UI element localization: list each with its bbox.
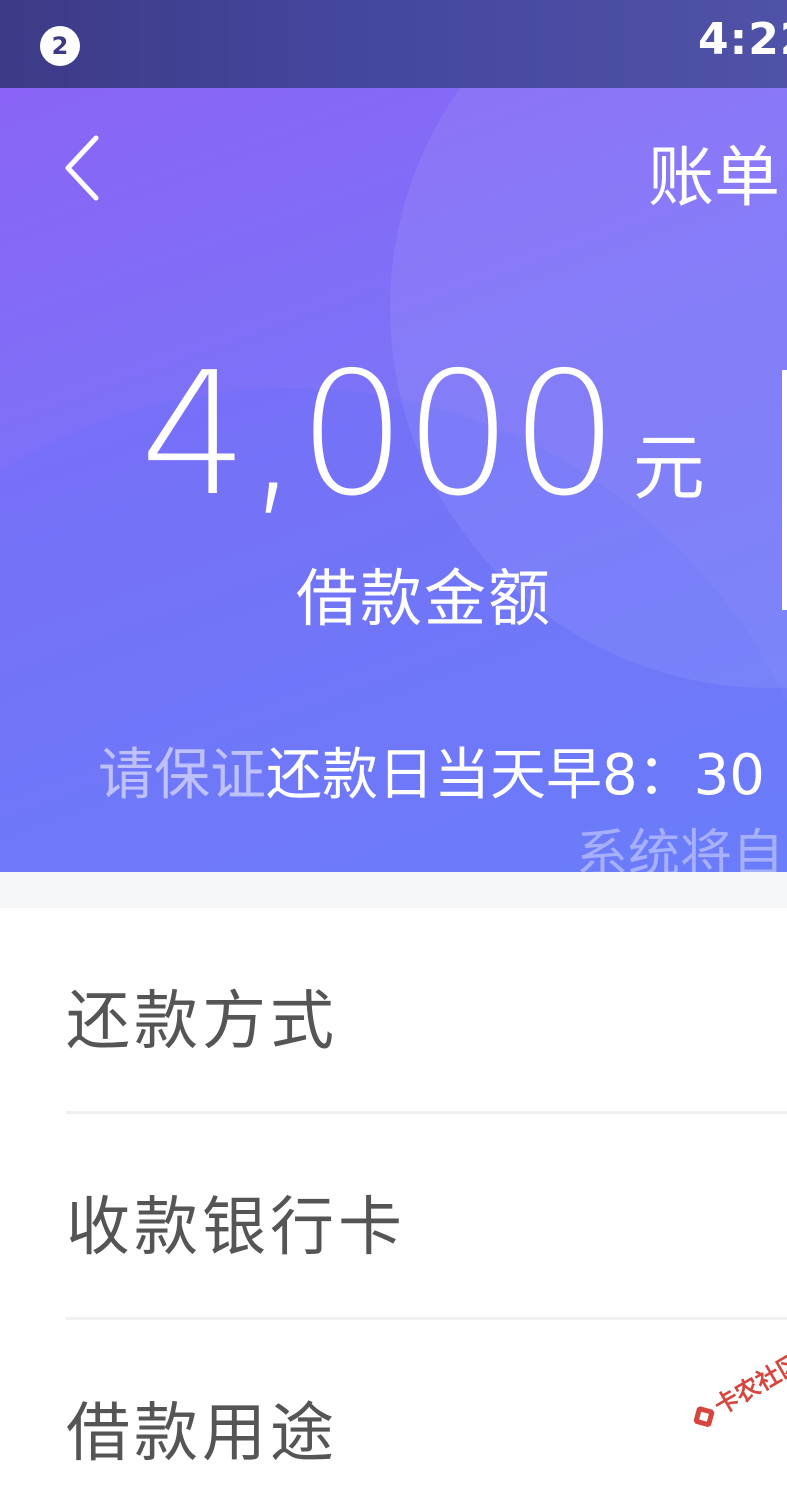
repayment-notice-prefix: 请保证	[98, 743, 266, 808]
back-button[interactable]	[58, 132, 118, 202]
repayment-notice: 请保证还款日当天早8：30	[98, 730, 765, 811]
status-bar: 2 4:22	[0, 0, 787, 88]
page-title: 账单	[648, 139, 780, 216]
list-item-label: 借款用途	[66, 1397, 338, 1471]
chevron-left-icon	[65, 135, 99, 201]
notification-badge: 2	[40, 26, 80, 66]
list-item-label: 还款方式	[66, 985, 338, 1059]
list-item-loan-purpose[interactable]: 借款用途	[0, 1320, 787, 1500]
loan-detail-list: 还款方式 收款银行卡 借款用途	[0, 908, 787, 1500]
loan-amount: 4,000 元	[140, 350, 705, 520]
repayment-notice-line2: 系统将自	[576, 825, 785, 872]
list-item-repayment-method[interactable]: 还款方式	[0, 908, 787, 1114]
loan-amount-unit: 元	[632, 426, 705, 510]
screen: 2 4:22 账单 4,000元 借款金额 请保证还款日当天早8：30 系统将自…	[0, 0, 787, 1500]
status-time: 4:22	[698, 14, 787, 65]
repayment-notice-main: 还款日当天早8：30	[266, 743, 765, 808]
list-item-receiving-card[interactable]: 收款银行卡	[0, 1114, 787, 1320]
loan-summary-header: 账单 4,000 元 借款金额 请保证还款日当天早8：30 系统将自	[0, 88, 787, 872]
divider-bar	[782, 370, 787, 610]
list-item-label: 收款银行卡	[66, 1191, 406, 1265]
section-gap	[0, 872, 787, 908]
loan-amount-label: 借款金额	[296, 562, 553, 635]
loan-amount-value: 4,000	[140, 336, 619, 534]
